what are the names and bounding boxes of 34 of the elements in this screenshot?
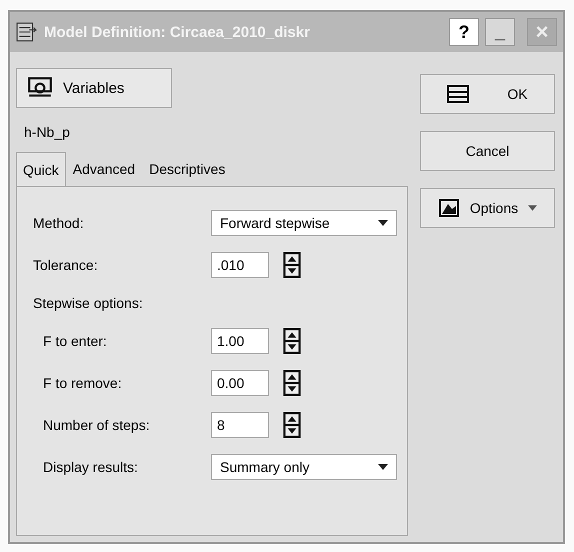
input-field[interactable]: 1.00 [211,328,269,354]
spinner-arrows-icon[interactable] [283,328,301,354]
help-button[interactable]: ? [449,18,479,46]
field-label: F to enter: [43,333,108,349]
field-label: Method: [33,215,85,231]
input-field[interactable]: 0.00 [211,370,269,396]
window-title: Model Definition: Circaea_2010_diskr [44,24,311,40]
caret-icon [378,464,388,470]
spinner-arrows-icon[interactable] [283,412,301,438]
spinner-arrows-icon[interactable] [283,252,301,278]
dialog-button[interactable]: OK [420,74,555,114]
variables-button[interactable]: Variables [16,68,172,108]
dependent-variable: h-Nb_p [24,124,71,140]
field-label: Stepwise options: [33,295,144,311]
field-label: F to remove: [43,375,123,391]
spinner-arrows-icon[interactable] [283,370,301,396]
field-label: Number of steps: [43,417,151,433]
dialog-button[interactable]: Cancel [420,131,555,171]
tab[interactable]: Descriptives [142,152,232,186]
field-label: Display results: [43,459,139,475]
caret-icon [528,205,538,211]
input-field[interactable]: 8 [211,412,269,438]
caret-icon [378,220,388,226]
table-icon [16,21,38,43]
input-field[interactable]: .010 [211,252,269,278]
minimize-button[interactable]: _ [485,18,515,46]
tab[interactable]: Quick [16,152,66,186]
tab[interactable]: Advanced [66,152,142,186]
dropdown[interactable]: Summary only [211,454,397,480]
dialog-button[interactable]: Options [420,188,555,228]
chart-icon [438,199,460,217]
dropdown[interactable]: Forward stepwise [211,210,397,236]
form-icon [447,85,470,103]
field-label: Tolerance: [33,257,99,273]
